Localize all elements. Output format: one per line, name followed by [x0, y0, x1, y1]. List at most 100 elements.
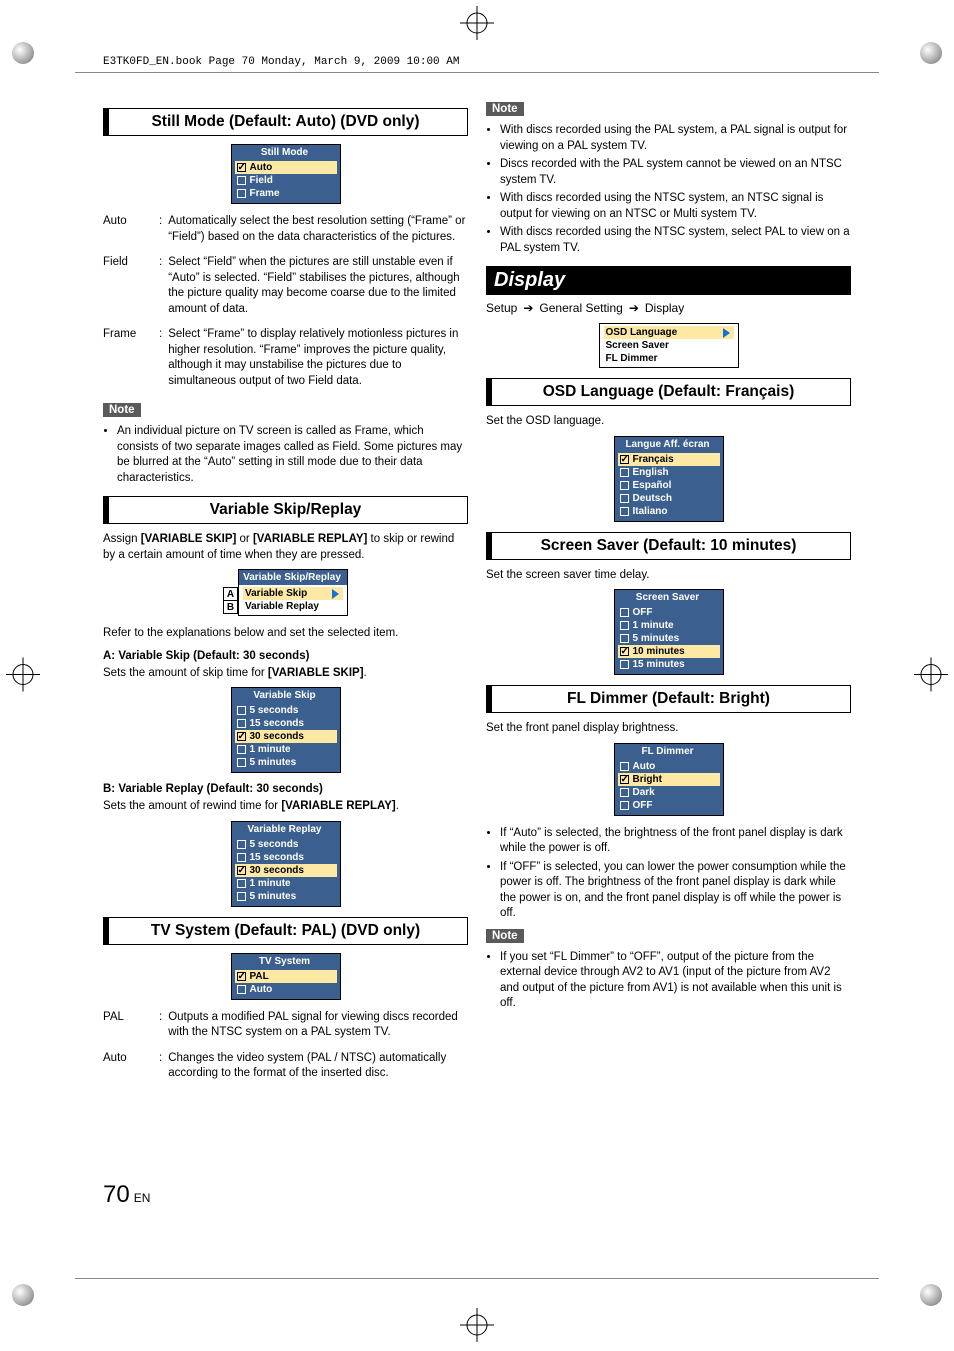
- menu-option: 5 minutes: [235, 890, 337, 903]
- t-bold: [VARIABLE SKIP]: [141, 533, 237, 545]
- menu-title: Screen Saver: [615, 590, 723, 605]
- menu-option: OSD Language: [604, 326, 734, 339]
- checkbox-icon: [620, 507, 629, 516]
- menu-title: Variable Skip/Replay: [239, 570, 347, 585]
- menu-side-labels: A B: [223, 569, 238, 616]
- menu-option: 15 seconds: [235, 717, 337, 730]
- menu-option-label: Auto: [250, 983, 273, 996]
- note-badge: Note: [103, 403, 141, 417]
- arrow-right-icon: ➔: [629, 301, 639, 315]
- t-bold: [VARIABLE REPLAY]: [253, 533, 367, 545]
- columns: Still Mode (Default: Auto) (DVD only) St…: [55, 98, 899, 1092]
- menu-option: 5 minutes: [235, 756, 337, 769]
- t: or: [236, 533, 253, 545]
- reg-mark-corner-icon: [920, 1284, 942, 1309]
- crumb-item: Setup: [486, 301, 517, 315]
- checkbox-icon: [237, 745, 246, 754]
- reg-mark-target-icon: [462, 8, 492, 41]
- colon: :: [159, 255, 162, 317]
- vs-refer: Refer to the explanations below and set …: [103, 626, 468, 642]
- right-column: Note With discs recorded using the PAL s…: [486, 98, 851, 1092]
- definition-row: Auto:Automatically select the best resol…: [103, 214, 468, 245]
- crumb-item: General Setting: [539, 301, 622, 315]
- checkbox-checked-icon: [237, 972, 246, 981]
- note-badge: Note: [486, 929, 524, 943]
- checkbox-icon: [237, 892, 246, 901]
- menu-option: Auto: [618, 760, 720, 773]
- colon: :: [159, 1010, 162, 1041]
- note-list: An individual picture on TV screen is ca…: [103, 424, 468, 486]
- menu-osd-language: Langue Aff. écran Français English Españ…: [614, 436, 724, 522]
- menu-option-label: 5 minutes: [250, 756, 297, 769]
- menu-option-label: 5 minutes: [250, 890, 297, 903]
- colon: :: [159, 1051, 162, 1082]
- menu-option: Español: [618, 479, 720, 492]
- menu-variable-skip: Variable Skip 5 seconds 15 seconds 30 se…: [231, 687, 341, 773]
- vs-b-heading: B: Variable Replay (Default: 30 seconds): [103, 783, 468, 795]
- section-tv-system-title: TV System (Default: PAL) (DVD only): [103, 917, 468, 945]
- menu-option-label: Screen Saver: [606, 339, 669, 352]
- checkbox-icon: [620, 621, 629, 630]
- reg-mark-target-icon: [916, 659, 946, 692]
- def-body: Changes the video system (PAL / NTSC) au…: [168, 1051, 468, 1082]
- menu-title: TV System: [232, 954, 340, 969]
- menu-option-label: 5 seconds: [250, 838, 299, 851]
- menu-option: PAL: [235, 970, 337, 983]
- note-badge: Note: [486, 102, 524, 116]
- menu-variable-skip-replay: Variable Skip/Replay Variable Skip Varia…: [238, 569, 348, 616]
- checkbox-checked-icon: [237, 866, 246, 875]
- checkbox-checked-icon: [237, 732, 246, 741]
- def-term: Auto: [103, 1051, 153, 1082]
- menu-option: Auto: [235, 161, 337, 174]
- section-still-mode-title: Still Mode (Default: Auto) (DVD only): [103, 108, 468, 136]
- def-body: Outputs a modified PAL signal for viewin…: [168, 1010, 468, 1041]
- menu-title: Variable Skip: [232, 688, 340, 703]
- menu-option: 30 seconds: [235, 730, 337, 743]
- menu-option: Français: [618, 453, 720, 466]
- menu-title: Still Mode: [232, 145, 340, 160]
- menu-option-label: 15 seconds: [250, 851, 304, 864]
- checkbox-icon: [620, 494, 629, 503]
- page-footer: 70EN: [103, 1181, 150, 1209]
- def-body: Automatically select the best resolution…: [168, 214, 468, 245]
- menu-option-label: 10 minutes: [633, 645, 685, 658]
- note-item: With discs recorded using the NTSC syste…: [500, 191, 851, 222]
- fl-intro: Set the front panel display brightness.: [486, 721, 851, 737]
- definition-row: Frame:Select “Frame” to display relative…: [103, 327, 468, 389]
- menu-option-label: Français: [633, 453, 674, 466]
- colon: :: [159, 214, 162, 245]
- menu-option: 15 minutes: [618, 658, 720, 671]
- bottom-rule: [75, 1278, 879, 1279]
- menu-option: 5 minutes: [618, 632, 720, 645]
- menu-still-mode: Still Mode Auto Field Frame: [231, 144, 341, 204]
- bullet-item: If “Auto” is selected, the brightness of…: [500, 826, 851, 857]
- menu-option-label: 30 seconds: [250, 730, 304, 743]
- note-list: With discs recorded using the PAL system…: [486, 123, 851, 256]
- checkbox-icon: [237, 706, 246, 715]
- checkbox-icon: [237, 879, 246, 888]
- colon: :: [159, 327, 162, 389]
- menu-option: Italiano: [618, 505, 720, 518]
- checkbox-icon: [237, 840, 246, 849]
- menu-option: Screen Saver: [604, 339, 734, 352]
- reg-mark-target-icon: [8, 659, 38, 692]
- arrow-right-icon: ➔: [523, 301, 533, 315]
- osd-intro: Set the OSD language.: [486, 414, 851, 430]
- menu-option-label: PAL: [250, 970, 269, 983]
- checkbox-icon: [237, 758, 246, 767]
- header-line: E3TK0FD_EN.book Page 70 Monday, March 9,…: [103, 56, 899, 68]
- menu-variable-replay: Variable Replay 5 seconds 15 seconds 30 …: [231, 821, 341, 907]
- breadcrumb: Setup ➔ General Setting ➔ Display: [486, 301, 851, 315]
- note-list: If you set “FL Dimmer” to “OFF”, output …: [486, 950, 851, 1012]
- menu-option-label: Variable Replay: [245, 600, 319, 613]
- note-item: Discs recorded with the PAL system canno…: [500, 157, 851, 188]
- vs-a-heading: A: Variable Skip (Default: 30 seconds): [103, 650, 468, 662]
- vs-intro: Assign [VARIABLE SKIP] or [VARIABLE REPL…: [103, 532, 468, 563]
- t: .: [396, 800, 399, 812]
- menu-option: Deutsch: [618, 492, 720, 505]
- fl-bullets: If “Auto” is selected, the brightness of…: [486, 826, 851, 922]
- bullet-item: If “OFF” is selected, you can lower the …: [500, 860, 851, 922]
- t-bold: [VARIABLE REPLAY]: [281, 800, 395, 812]
- menu-option-label: Italiano: [633, 505, 668, 518]
- checkbox-icon: [620, 788, 629, 797]
